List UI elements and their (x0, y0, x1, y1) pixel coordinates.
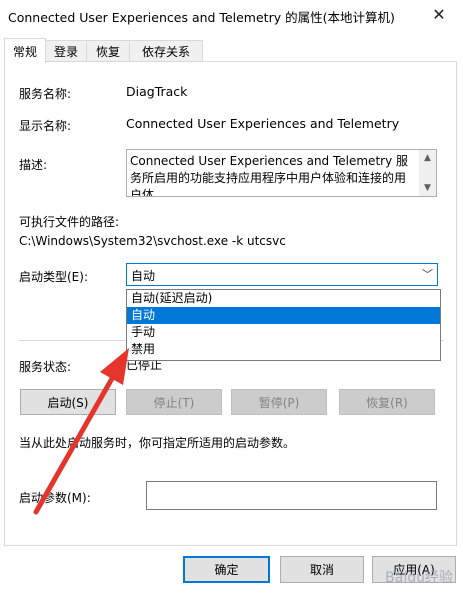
parameter-note: 当从此处启动服务时，你可指定所适用的启动参数。 (19, 436, 296, 450)
cancel-button[interactable]: 取消 (280, 556, 364, 583)
service-name-value: DiagTrack (126, 84, 188, 99)
startup-type-value: 自动 (131, 269, 156, 283)
parameter-input[interactable] (146, 481, 437, 510)
parameter-label: 启动参数(M): (19, 491, 91, 505)
tab-recovery[interactable]: 恢复 (86, 40, 130, 62)
startup-option-manual[interactable]: 手动 (127, 324, 440, 341)
close-icon[interactable]: ✕ (419, 0, 459, 28)
display-name-value: Connected User Experiences and Telemetry (126, 116, 400, 131)
description-box[interactable]: Connected User Experiences and Telemetry… (126, 149, 437, 197)
title-bar: Connected User Experiences and Telemetry… (0, 0, 463, 30)
tab-dependencies[interactable]: 依存关系 (129, 40, 203, 62)
watermark: Baidu经验 (385, 570, 453, 586)
pause-button[interactable]: 暂停(P) (231, 389, 327, 415)
display-name-label: 显示名称: (19, 119, 72, 133)
tab-general[interactable]: 常规 (4, 38, 46, 63)
startup-option-disabled[interactable]: 禁用 (127, 341, 440, 358)
ok-button[interactable]: 确定 (183, 556, 270, 583)
chevron-down-icon[interactable]: ﹀ (422, 266, 433, 282)
description-text: Connected User Experiences and Telemetry… (130, 154, 408, 197)
service-name-label: 服务名称: (19, 87, 72, 101)
general-panel: 服务名称: DiagTrack 显示名称: Connected User Exp… (4, 61, 457, 546)
startup-option-auto[interactable]: 自动 (127, 307, 440, 324)
resume-button[interactable]: 恢复(R) (339, 389, 435, 415)
tab-logon[interactable]: 登录 (45, 40, 87, 62)
description-scrollbar[interactable]: ▲ ▼ (419, 150, 436, 196)
startup-type-label: 启动类型(E): (19, 270, 88, 284)
stop-button[interactable]: 停止(T) (126, 389, 222, 415)
scroll-up-icon[interactable]: ▲ (419, 150, 436, 166)
startup-type-dropdown: 自动(延迟启动) 自动 手动 禁用 (126, 289, 441, 361)
startup-type-select[interactable]: 自动 ﹀ (126, 263, 438, 286)
start-button[interactable]: 启动(S) (20, 389, 116, 415)
status-label: 服务状态: (19, 360, 72, 374)
description-label: 描述: (19, 158, 48, 172)
scroll-down-icon[interactable]: ▼ (419, 180, 436, 196)
path-label: 可执行文件的路径: (19, 215, 120, 229)
path-value: C:\Windows\System32\svchost.exe -k utcsv… (19, 234, 286, 248)
window-title: Connected User Experiences and Telemetry… (8, 10, 395, 25)
startup-option-delayed[interactable]: 自动(延迟启动) (127, 290, 440, 307)
